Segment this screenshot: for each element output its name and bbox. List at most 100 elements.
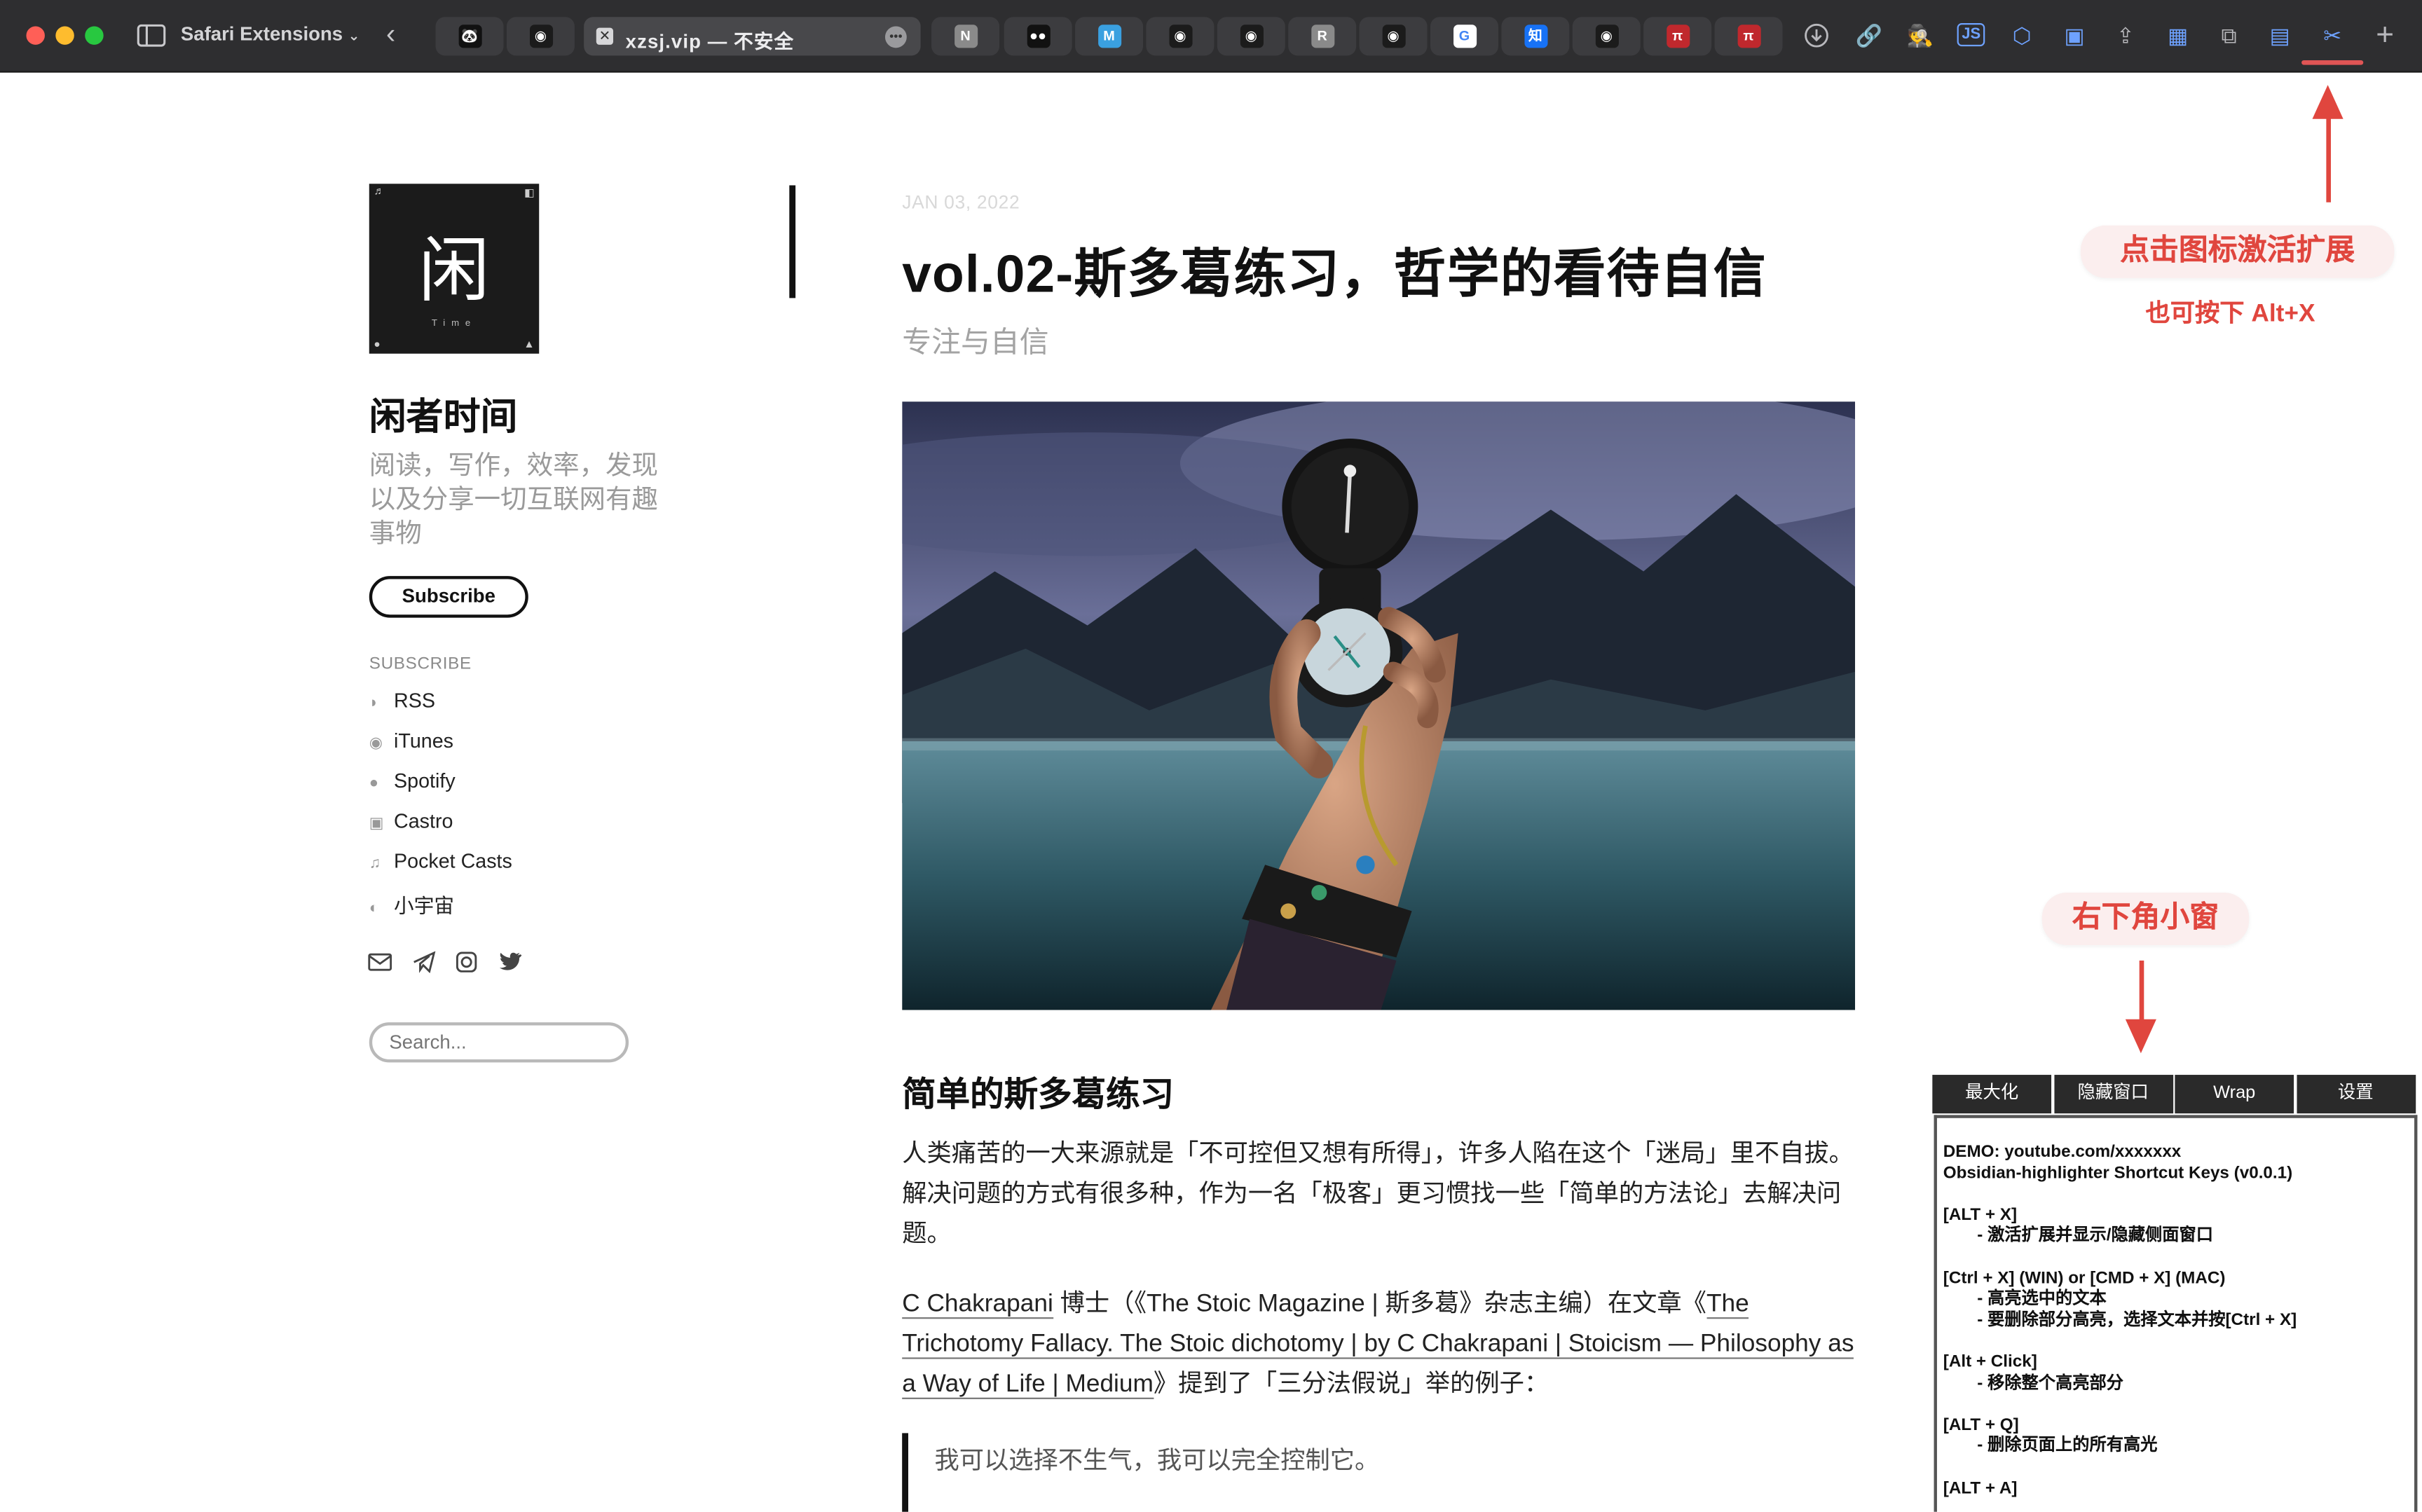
- browser-tab[interactable]: ◉: [1359, 17, 1428, 56]
- subscribe-item[interactable]: ● Spotify: [369, 769, 456, 797]
- hero-image-compass: [902, 401, 1856, 1010]
- subscribe-item-label: 小宇宙: [394, 894, 455, 918]
- share-icon[interactable]: ⇪: [2112, 22, 2140, 50]
- zoom-window-button[interactable]: [85, 26, 104, 45]
- subscribe-item[interactable]: ▣ Castro: [369, 809, 453, 837]
- mini-window-toolbar: 最大化 隐藏窗口 Wrap 设置: [1932, 1075, 2417, 1114]
- dot-icon: ●: [374, 339, 381, 351]
- subscribe-item-label: RSS: [394, 689, 435, 713]
- browser-tab[interactable]: π: [1643, 17, 1712, 56]
- settings-button[interactable]: 设置: [2296, 1075, 2416, 1114]
- instagram-icon[interactable]: [454, 951, 479, 976]
- chevron-down-icon: ⌄: [348, 27, 360, 43]
- window-icon[interactable]: ⧉: [2215, 22, 2243, 50]
- subscribe-item[interactable]: ◉ iTunes: [369, 729, 453, 757]
- tab-favicon-icon: R: [1311, 25, 1334, 48]
- subscribe-item-label: Pocket Casts: [394, 849, 512, 873]
- blockquote: 我可以选择不生气，我可以完全控制它。: [902, 1433, 1828, 1512]
- hide-window-button[interactable]: 隐藏窗口: [2053, 1075, 2173, 1114]
- browser-tab[interactable]: G: [1430, 17, 1498, 56]
- js-icon[interactable]: JS: [1957, 22, 1985, 50]
- browser-tab[interactable]: ◉: [1146, 17, 1215, 56]
- browser-tab[interactable]: ◉: [1572, 17, 1641, 56]
- back-arrow-icon[interactable]: ‹: [380, 20, 402, 48]
- tab-group-label[interactable]: Safari Extensions ⌄: [181, 23, 360, 45]
- mini-window-line: [ALT + A]: [1943, 1478, 2018, 1497]
- download-icon[interactable]: [1802, 22, 1831, 50]
- tab-close-icon[interactable]: ✕: [596, 27, 614, 45]
- mini-window-spacer: [1943, 1332, 2414, 1353]
- subscribe-item-label: Spotify: [394, 769, 456, 792]
- reader-icon[interactable]: ▤: [2266, 22, 2294, 50]
- bookmark-ext-icon[interactable]: ▣: [2060, 22, 2088, 50]
- tab-favicon-icon: ◉: [1594, 25, 1618, 48]
- link-icon[interactable]: 🔗: [1855, 22, 1883, 50]
- paragraph-2-end: 》提到了「三分法假说」举的例子：: [1153, 1371, 1549, 1398]
- rss-icon: ◗: [369, 694, 379, 713]
- active-tab[interactable]: ✕ xzsj.vip — 不安全 •••: [584, 17, 921, 56]
- browser-tab[interactable]: M: [1075, 17, 1144, 56]
- subscribe-button[interactable]: Subscribe: [369, 576, 528, 618]
- search-input[interactable]: [369, 1022, 629, 1063]
- browser-tab[interactable]: N: [931, 17, 1000, 56]
- tab-favicon-icon: M: [1097, 25, 1121, 48]
- browser-tab[interactable]: ◉: [506, 17, 575, 56]
- tab-favicon-icon: 🐼: [458, 25, 481, 48]
- active-tab-title: xzsj.vip — 不安全: [625, 31, 795, 53]
- mini-window-spacer: [1943, 1185, 2414, 1206]
- sidebar-toggle-icon[interactable]: [136, 23, 167, 48]
- new-tab-plus-icon[interactable]: +: [2371, 20, 2399, 51]
- mini-window-panel: DEMO: youtube.com/xxxxxxx Obsidian-highli…: [1934, 1115, 2418, 1512]
- browser-tab[interactable]: ●●: [1004, 17, 1072, 56]
- divider-bar: [789, 185, 796, 298]
- site-logo[interactable]: ♬ ◧ 闲 Time ● ▲: [369, 184, 540, 354]
- author-link[interactable]: C Chakrapani: [902, 1291, 1053, 1319]
- telegram-icon[interactable]: [411, 951, 435, 976]
- subscribe-item[interactable]: ◗ RSS: [369, 689, 435, 717]
- triangle-icon: ▲: [524, 339, 535, 351]
- mini-window-line: - 移除整个高亮部分: [1977, 1373, 2124, 1393]
- browser-tab[interactable]: 知: [1501, 17, 1570, 56]
- tile-icon[interactable]: ▦: [2164, 22, 2192, 50]
- annotation-arrow-up-shaft: [2326, 116, 2331, 202]
- browser-tab[interactable]: R: [1288, 17, 1357, 56]
- annotation-arrow-down-head: [2125, 1019, 2156, 1054]
- cube-icon[interactable]: ⬡: [2008, 22, 2036, 50]
- browser-tab[interactable]: π: [1714, 17, 1783, 56]
- castro-icon: ▣: [369, 815, 384, 833]
- tab-favicon-icon: ◉: [1381, 25, 1405, 48]
- podcast-icon: ◉: [369, 735, 383, 752]
- subscribe-item[interactable]: ◐ 小宇宙: [369, 890, 455, 918]
- tab-favicon-icon: π: [1737, 25, 1760, 48]
- tab-favicon-icon: ◉: [1168, 25, 1192, 48]
- email-icon[interactable]: [368, 951, 392, 976]
- incognito-icon[interactable]: 🕵: [1906, 22, 1934, 50]
- twitter-icon[interactable]: [498, 951, 522, 976]
- more-icon[interactable]: •••: [884, 26, 907, 48]
- tab-favicon-icon: N: [954, 25, 978, 48]
- wrap-button[interactable]: Wrap: [2175, 1075, 2294, 1114]
- site-title[interactable]: 闲者时间: [369, 386, 518, 440]
- highlighter-extension-icon[interactable]: ✂: [2318, 22, 2346, 50]
- mini-window-spacer: [1943, 1457, 2414, 1478]
- maximize-button[interactable]: 最大化: [1932, 1075, 2052, 1114]
- annotation-mini-window-bubble: 右下角小窗: [2041, 892, 2250, 945]
- subscribe-item[interactable]: ♫ Pocket Casts: [369, 849, 512, 877]
- paragraph-2: C Chakrapani 博士（《The Stoic Magazine | 斯多…: [902, 1285, 1856, 1406]
- book-icon: ◧: [524, 188, 535, 200]
- browser-toolbar: Safari Extensions ⌄ ‹ 🐼 ◉ ✕ xzsj.vip — 不安…: [0, 0, 2422, 73]
- active-extension-indicator: [2301, 60, 2364, 65]
- browser-tab[interactable]: 🐼: [435, 17, 504, 56]
- mini-window-spacer: [1943, 1395, 2414, 1416]
- post-title: vol.02-斯多葛练习，哲学的看待自信: [902, 245, 1767, 305]
- minimize-window-button[interactable]: [55, 26, 74, 45]
- subscribe-item-label: iTunes: [394, 729, 454, 752]
- mini-window-line: [Alt + Click]: [1943, 1352, 2037, 1372]
- mini-window-line: Obsidian-highlighter Shortcut Keys (v0.0…: [1943, 1163, 2293, 1183]
- close-window-button[interactable]: [26, 26, 45, 45]
- subscribe-item-label: Castro: [394, 809, 453, 833]
- tab-favicon-icon: G: [1452, 25, 1477, 48]
- browser-tab[interactable]: ◉: [1217, 17, 1285, 56]
- annotation-activate-bubble: 点击图标激活扩展: [2080, 225, 2395, 278]
- annotation-arrow-down-shaft: [2139, 960, 2144, 1023]
